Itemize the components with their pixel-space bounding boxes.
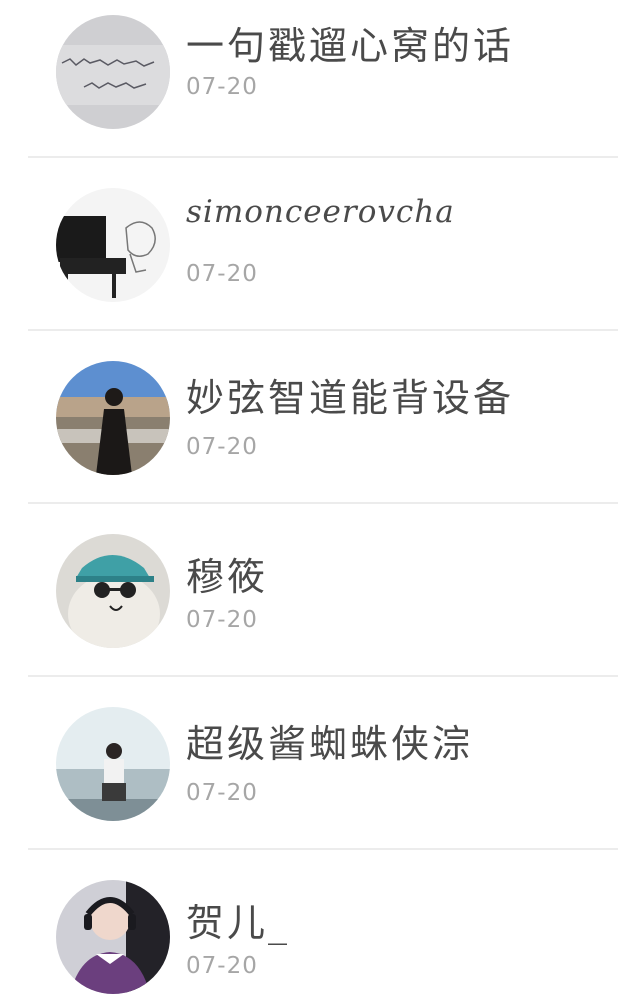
avatar[interactable] [56, 707, 170, 821]
list-item[interactable]: simonceerovcha 07-20 [0, 158, 618, 331]
avatar[interactable] [56, 188, 170, 302]
boy-with-headphones-avatar [56, 880, 170, 994]
avatar[interactable] [56, 15, 170, 129]
list-item[interactable]: 穆筱 07-20 [0, 504, 618, 677]
message-date: 07-20 [186, 261, 258, 287]
list-item[interactable]: 贺儿_ 07-20 [0, 850, 618, 1002]
contact-name: simonceerovcha [186, 194, 455, 230]
list-item[interactable]: 妙弦智道能背设备 07-20 [0, 331, 618, 504]
list-item[interactable]: 超级酱蜘蛛侠淙 07-20 [0, 677, 618, 850]
message-date: 07-20 [186, 607, 258, 633]
sitting-boy-avatar [56, 707, 170, 821]
piano-sketch-avatar [56, 188, 170, 302]
contact-list: 一句戳遛心窝的话 07-20 simonceerovcha 07-20 妙弦智道… [0, 0, 618, 1002]
message-date: 07-20 [186, 74, 258, 100]
cat-with-cap-avatar [56, 534, 170, 648]
beach-girl-avatar [56, 361, 170, 475]
contact-name: 超级酱蜘蛛侠淙 [186, 722, 474, 766]
contact-name: 一句戳遛心窝的话 [186, 24, 515, 68]
avatar[interactable] [56, 534, 170, 648]
message-date: 07-20 [186, 780, 258, 806]
handwriting-note-avatar [56, 15, 170, 129]
contact-name: 穆筱 [186, 555, 269, 599]
list-item[interactable]: 一句戳遛心窝的话 07-20 [0, 0, 618, 158]
message-date: 07-20 [186, 953, 258, 979]
avatar[interactable] [56, 880, 170, 994]
contact-name: 贺儿_ [186, 901, 291, 945]
contact-name: 妙弦智道能背设备 [186, 376, 515, 420]
message-date: 07-20 [186, 434, 258, 460]
avatar[interactable] [56, 361, 170, 475]
